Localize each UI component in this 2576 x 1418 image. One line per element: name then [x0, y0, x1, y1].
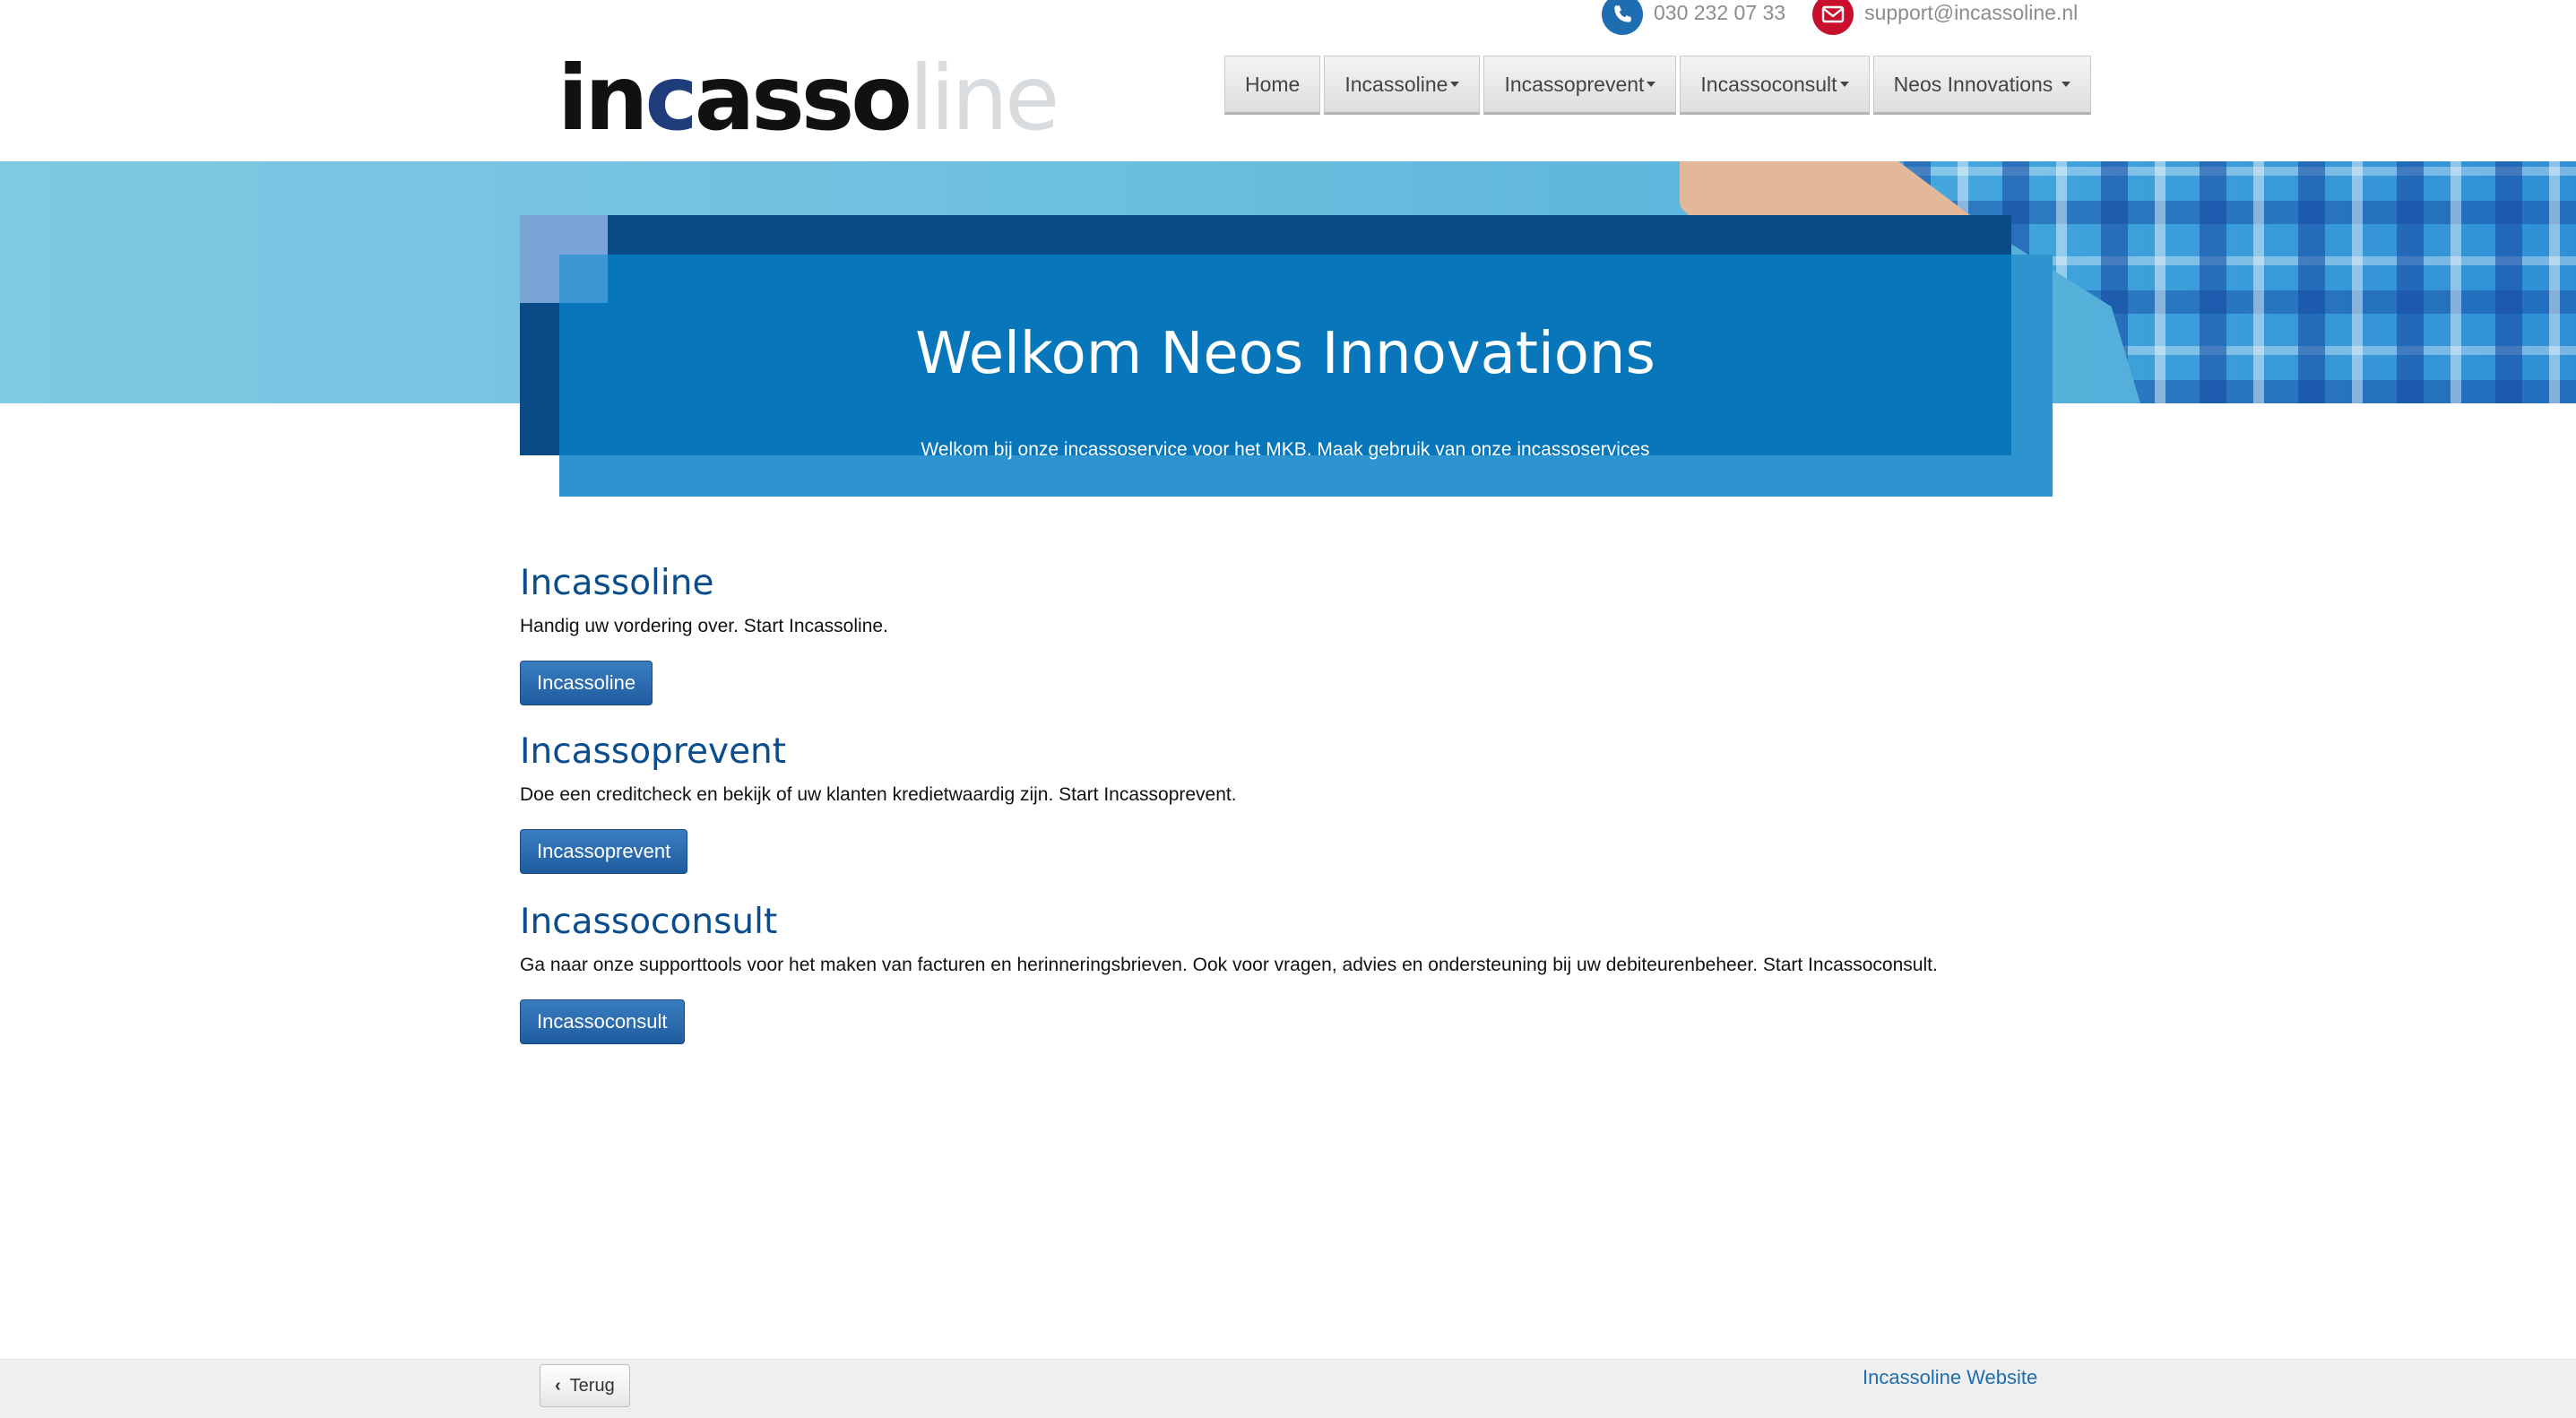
contact-bar: 030 232 07 33 support@incassoline.nl — [1602, 0, 2078, 36]
incassoconsult-button[interactable]: Incassoconsult — [520, 999, 685, 1044]
back-button-label: Terug — [569, 1375, 615, 1396]
logo-part-3: asso — [694, 46, 912, 151]
hero-title: Welkom Neos Innovations — [915, 321, 1655, 387]
section-incassoconsult: Incassoconsult Ga naar onze supporttools… — [520, 902, 1938, 1044]
hero-subtitle: Welkom bij onze incassoservice voor het … — [921, 439, 1650, 460]
nav-neos-label: Neos Innovations — [1893, 72, 2053, 96]
email-link[interactable]: support@incassoline.nl — [1864, 1, 2078, 25]
section-incassoprevent: Incassoprevent Doe een creditcheck en be… — [520, 731, 1237, 874]
section-title: Incassoconsult — [520, 902, 778, 942]
hero-panel-corner-inner — [559, 255, 608, 303]
nav-incassoprevent[interactable]: Incassoprevent — [1483, 56, 1677, 115]
caret-down-icon — [2061, 82, 2070, 87]
section-text: Handig uw vordering over. Start Incassol… — [520, 616, 888, 636]
nav-incassoline[interactable]: Incassoline — [1324, 56, 1481, 115]
logo-part-2: c — [644, 46, 697, 151]
phone-number[interactable]: 030 232 07 33 — [1654, 1, 1785, 25]
incassoline-logo[interactable]: incassoline — [558, 54, 1059, 143]
envelope-icon — [1812, 0, 1854, 35]
section-incassoline: Incassoline Handig uw vordering over. St… — [520, 563, 888, 705]
phone-icon — [1602, 0, 1643, 35]
nav-incassoprevent-label: Incassoprevent — [1504, 72, 1645, 96]
nav-home[interactable]: Home — [1224, 56, 1321, 115]
nav-incassoline-label: Incassoline — [1344, 72, 1448, 96]
section-text: Doe een creditcheck en bekijk of uw klan… — [520, 784, 1237, 805]
back-button[interactable]: ‹ Terug — [540, 1364, 630, 1407]
incassoline-button[interactable]: Incassoline — [520, 661, 653, 705]
nav-home-label: Home — [1245, 72, 1301, 96]
nav-incassoconsult[interactable]: Incassoconsult — [1680, 56, 1870, 115]
website-link[interactable]: Incassoline Website — [1863, 1366, 2037, 1389]
logo-part-4: line — [908, 46, 1059, 151]
nav-neos-innovations[interactable]: Neos Innovations — [1872, 56, 2091, 115]
logo-part-1: in — [558, 46, 648, 151]
caret-down-icon — [1450, 82, 1460, 87]
section-text: Ga naar onze supporttools voor het maken… — [520, 955, 1938, 975]
section-title: Incassoprevent — [520, 731, 787, 772]
caret-down-icon — [1839, 82, 1849, 87]
chevron-left-icon: ‹ — [555, 1375, 561, 1396]
section-title: Incassoline — [520, 563, 714, 603]
main-nav: Home Incassoline Incassoprevent Incassoc… — [1224, 56, 2091, 115]
caret-down-icon — [1647, 82, 1656, 87]
nav-incassoconsult-label: Incassoconsult — [1700, 72, 1837, 96]
incassoprevent-button[interactable]: Incassoprevent — [520, 829, 688, 874]
footer-bar — [0, 1359, 2576, 1418]
